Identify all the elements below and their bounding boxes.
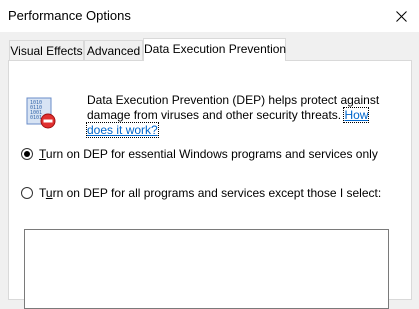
how-does-it-work-link[interactable]: How [343,107,370,123]
radio-label: Turn on DEP for essential Windows progra… [39,147,378,161]
description-line-3: does it work? [86,122,387,138]
close-icon [395,10,407,22]
description-line-1: Data Execution Prevention (DEP) helps pr… [87,93,380,107]
radio-button-selected[interactable] [21,148,33,160]
how-does-it-work-link-continued[interactable]: does it work? [86,122,159,138]
radio-essential-only[interactable]: Turn on DEP for essential Windows progra… [21,146,378,162]
tab-label: Data Execution Prevention [144,42,287,56]
radio-all-except-selected[interactable]: Turn on DEP for all programs and service… [21,185,381,201]
window-title: Performance Options [8,8,131,23]
dep-shield-icon: 1010 0110 1001 0101 [26,97,56,129]
tab-visual-effects[interactable]: Visual Effects [9,40,84,61]
description-line-2: damage from viruses and other security t… [87,107,387,123]
radio-label: Turn on DEP for all programs and service… [39,186,381,200]
tab-label: Visual Effects [10,44,83,58]
radio-label-accelerator: T [39,147,46,161]
svg-text:0101: 0101 [30,115,42,121]
radio-label-rest: rn on DEP for all programs and services … [52,186,382,200]
tab-data-execution-prevention[interactable]: Data Execution Prevention [143,38,286,61]
tab-label: Advanced [86,44,141,58]
description-line-2-text: damage from viruses and other security t… [87,108,345,122]
radio-label-rest: urn on DEP for essential Windows program… [45,147,378,161]
radio-label-accelerator: u [45,186,53,200]
close-button[interactable] [383,0,419,32]
title-bar: Performance Options [0,0,419,32]
dep-description: Data Execution Prevention (DEP) helps pr… [86,93,387,138]
tab-advanced[interactable]: Advanced [84,40,143,61]
radio-button[interactable] [21,187,33,199]
program-exception-list[interactable] [24,229,389,309]
radio-label-prefix: T [39,186,46,200]
